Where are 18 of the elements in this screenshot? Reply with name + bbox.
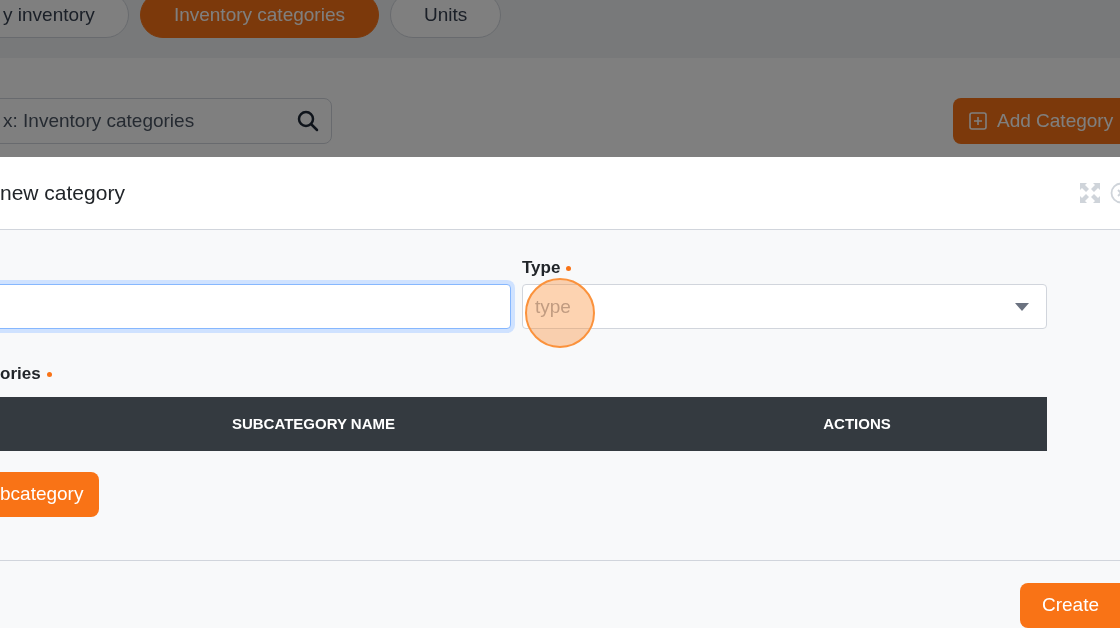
field-label: Type xyxy=(522,257,561,280)
add-category-button[interactable]: Add Category xyxy=(953,98,1120,144)
tab[interactable]: Units xyxy=(389,0,502,38)
create-button[interactable]: Create xyxy=(1020,583,1120,628)
column-header: ACTIONS xyxy=(822,413,892,434)
column-header: SUBCATEGORY NAME xyxy=(230,413,397,434)
section-label: ories xyxy=(0,363,41,386)
type-select[interactable]: type xyxy=(522,284,1047,329)
modal-title: new category xyxy=(0,180,125,207)
tab[interactable]: Inventory categories xyxy=(139,0,379,38)
plus-square-icon xyxy=(969,112,987,130)
expand-icon[interactable] xyxy=(1080,183,1100,203)
caret-icon xyxy=(1015,303,1029,311)
name-field[interactable] xyxy=(0,284,511,329)
search-icon xyxy=(296,109,320,133)
add-subcategory-button[interactable]: bcategory xyxy=(0,472,100,517)
tab[interactable]: y inventory xyxy=(0,0,129,38)
search-field[interactable]: x: Inventory categories xyxy=(0,98,332,144)
